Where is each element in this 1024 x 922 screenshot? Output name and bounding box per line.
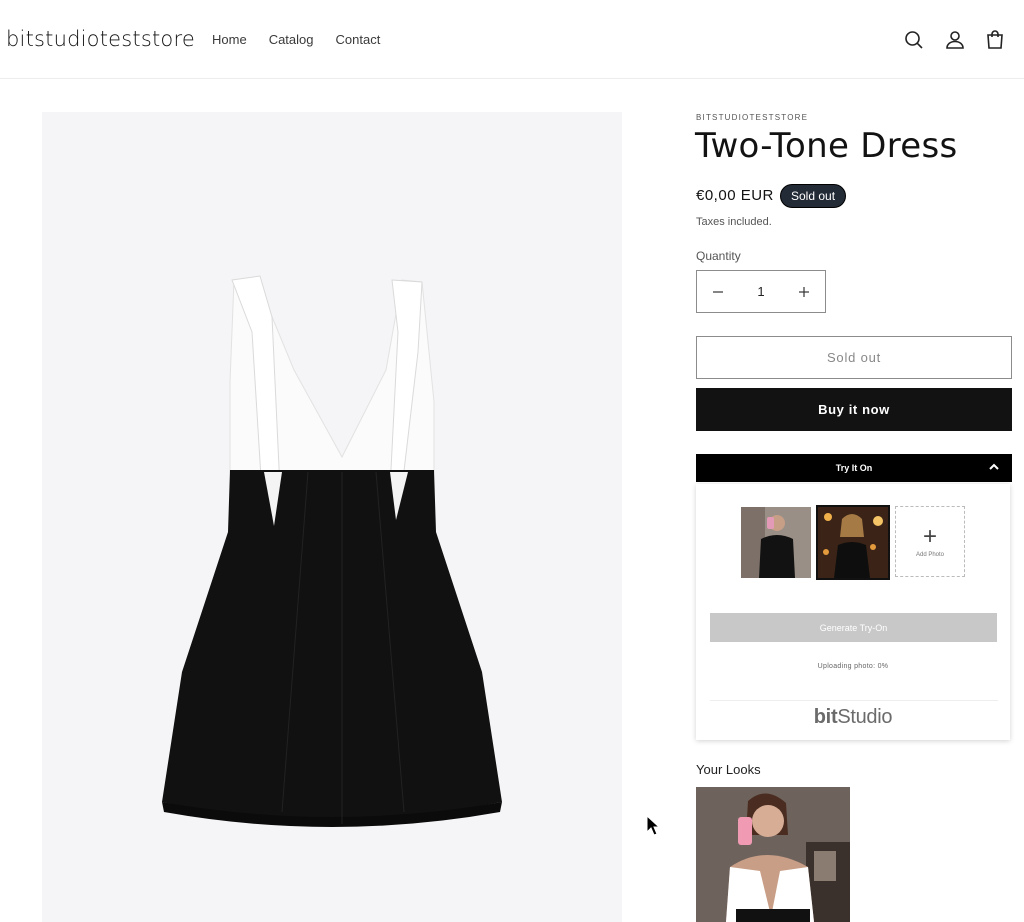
buy-now-button[interactable]: Buy it now bbox=[696, 388, 1012, 431]
mouse-cursor-icon bbox=[646, 815, 660, 836]
nav-home[interactable]: Home bbox=[212, 32, 247, 47]
try-it-on-label: Try It On bbox=[835, 463, 873, 473]
upload-status: Uploading photo: 0% bbox=[817, 663, 889, 670]
main-nav: Home Catalog Contact bbox=[212, 32, 380, 47]
site-header: bitstudioteststore Home Catalog Contact bbox=[0, 0, 1024, 79]
store-logo[interactable]: bitstudioteststore bbox=[6, 27, 195, 51]
generated-look-image[interactable] bbox=[696, 787, 850, 922]
quantity-decrease-button[interactable] bbox=[697, 271, 739, 312]
add-photo-button[interactable]: + Add Photo bbox=[895, 506, 965, 577]
sold-out-badge: Sold out bbox=[780, 184, 847, 208]
chevron-up-icon bbox=[989, 463, 999, 470]
photo-thumbnail-2-selected[interactable] bbox=[816, 505, 890, 580]
search-icon[interactable] bbox=[902, 28, 926, 52]
quantity-input[interactable]: 1 bbox=[757, 284, 764, 299]
nav-contact[interactable]: Contact bbox=[336, 32, 381, 47]
try-it-on-toggle[interactable]: Try It On bbox=[696, 454, 1012, 482]
taxes-note: Taxes included. bbox=[696, 216, 772, 228]
model-photo bbox=[818, 507, 888, 578]
cart-icon[interactable] bbox=[983, 28, 1007, 52]
your-looks-heading: Your Looks bbox=[696, 762, 761, 777]
account-icon[interactable] bbox=[943, 28, 967, 52]
add-photo-label: Add Photo bbox=[915, 551, 945, 558]
user-photo bbox=[741, 507, 811, 578]
product-vendor: BITSTUDIOTESTSTORE bbox=[696, 113, 809, 122]
try-it-on-panel: + Add Photo Generate Try-On Uploading ph… bbox=[696, 484, 1010, 740]
quantity-stepper: 1 bbox=[696, 270, 826, 313]
add-to-cart-button[interactable]: Sold out bbox=[696, 336, 1012, 379]
generate-try-on-button[interactable]: Generate Try-On bbox=[710, 613, 997, 642]
nav-catalog[interactable]: Catalog bbox=[269, 32, 314, 47]
generated-look-photo bbox=[696, 787, 850, 922]
plus-icon: + bbox=[922, 522, 937, 550]
minus-icon bbox=[713, 290, 723, 293]
plus-icon bbox=[798, 286, 809, 297]
divider bbox=[710, 700, 998, 701]
product-title: Two-Tone Dress bbox=[695, 126, 958, 166]
bitstudio-logo: bitStudio bbox=[813, 706, 893, 728]
dress-illustration bbox=[162, 275, 502, 827]
quantity-label: Quantity bbox=[696, 249, 741, 263]
product-image[interactable] bbox=[42, 112, 622, 922]
product-price: €0,00 EUR bbox=[696, 187, 774, 204]
quantity-increase-button[interactable] bbox=[783, 271, 825, 312]
photo-thumbnail-1[interactable] bbox=[741, 507, 811, 578]
